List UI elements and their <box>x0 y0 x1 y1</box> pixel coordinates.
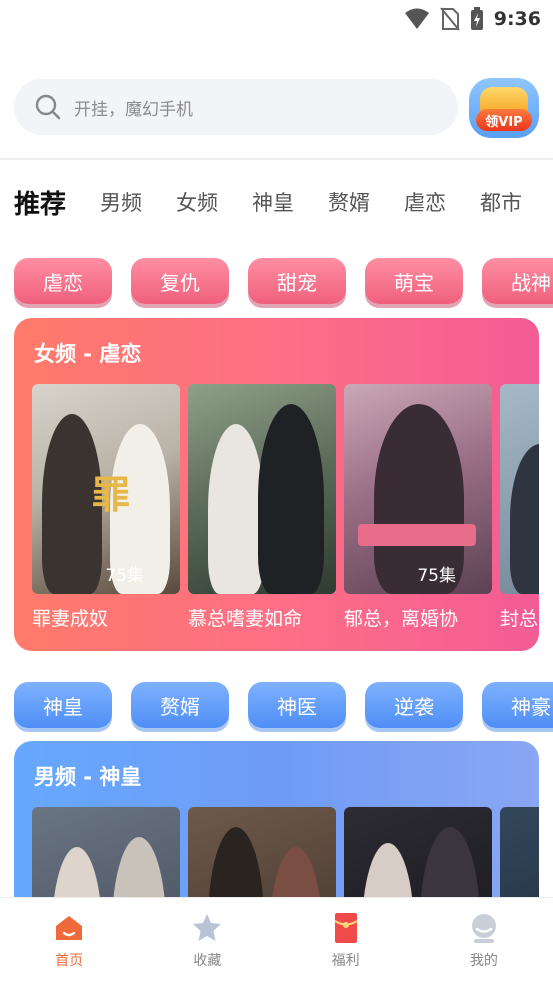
female-section-card: 女频 - 虐恋 罪 75集 罪妻成奴 慕总嗜妻如命 75集 郁总，离婚协 封总 <box>14 318 539 651</box>
tab-male[interactable]: 男频 <box>100 187 142 217</box>
chip-shenhuang[interactable]: 神皇 <box>14 682 112 728</box>
drama-title: 慕总嗜妻如命 <box>188 608 303 630</box>
poster-image: 罪 75集 <box>32 384 180 594</box>
vip-badge-button[interactable]: 领VIP <box>469 78 539 138</box>
search-placeholder: 开挂，魔幻手机 <box>74 99 193 120</box>
drama-card[interactable] <box>188 807 336 901</box>
drama-card[interactable] <box>344 807 492 901</box>
drama-card[interactable] <box>32 807 180 901</box>
poster-image <box>500 807 539 901</box>
no-sim-icon <box>439 7 460 31</box>
chip-shenyi[interactable]: 神医 <box>248 682 346 728</box>
female-chip-row: 虐恋 复仇 甜宠 萌宝 战神 <box>14 258 553 308</box>
section-title: 女频 - 虐恋 <box>34 342 142 366</box>
tab-dushi[interactable]: 都市 <box>480 187 522 217</box>
chip-zhuixu[interactable]: 赘婿 <box>131 682 229 728</box>
poster-image <box>344 807 492 901</box>
chip-mengbao[interactable]: 萌宝 <box>365 258 463 304</box>
search-input[interactable]: 开挂，魔幻手机 <box>14 79 458 135</box>
header-divider <box>0 158 553 160</box>
tab-shenhuang[interactable]: 神皇 <box>252 187 294 217</box>
drama-card[interactable]: 75集 郁总，离婚协 <box>344 384 492 631</box>
male-chip-row: 神皇 赘婿 神医 逆袭 神豪 <box>14 682 553 732</box>
nav-welfare[interactable]: 福利 <box>277 898 415 983</box>
status-icons: 9:36 <box>404 6 541 32</box>
chip-fuchou[interactable]: 复仇 <box>131 258 229 304</box>
poster-image <box>188 807 336 901</box>
star-icon <box>193 914 222 941</box>
drama-card[interactable] <box>500 807 539 901</box>
nav-favorites[interactable]: 收藏 <box>138 898 276 983</box>
male-section-card: 男频 - 神皇 <box>14 741 539 901</box>
episode-count: 75集 <box>417 566 456 586</box>
drama-card[interactable]: 罪 75集 罪妻成奴 <box>32 384 180 631</box>
tab-nuelian[interactable]: 虐恋 <box>404 187 446 217</box>
chip-nuelian[interactable]: 虐恋 <box>14 258 112 304</box>
chip-zhanshen[interactable]: 战神 <box>482 258 553 304</box>
tab-recommend[interactable]: 推荐 <box>14 184 66 221</box>
nav-label: 首页 <box>55 953 84 969</box>
nav-home[interactable]: 首页 <box>0 898 138 983</box>
status-time: 9:36 <box>493 8 541 30</box>
nav-label: 福利 <box>331 953 360 969</box>
nav-profile[interactable]: 我的 <box>415 898 553 983</box>
search-icon <box>35 94 61 120</box>
category-tabs: 推荐 男频 女频 神皇 赘婿 虐恋 都市 <box>14 180 553 224</box>
status-bar: 9:36 <box>0 0 553 40</box>
tab-zhuixu[interactable]: 赘婿 <box>328 187 370 217</box>
poster-image <box>500 384 539 594</box>
episode-count: 75集 <box>105 566 144 586</box>
drama-title: 郁总，离婚协 <box>344 608 459 630</box>
wifi-icon <box>404 8 429 29</box>
battery-charging-icon <box>470 7 483 30</box>
chip-shenhao[interactable]: 神豪 <box>482 682 553 728</box>
drama-title: 封总 <box>500 608 539 630</box>
tab-female[interactable]: 女频 <box>176 187 218 217</box>
drama-card[interactable]: 慕总嗜妻如命 <box>188 384 336 631</box>
home-icon <box>56 916 83 940</box>
chip-tianchong[interactable]: 甜宠 <box>248 258 346 304</box>
profile-icon <box>471 914 496 943</box>
section-title: 男频 - 神皇 <box>34 765 142 789</box>
drama-title: 罪妻成奴 <box>32 608 109 630</box>
gift-box-icon: 领VIP <box>474 83 534 133</box>
nav-label: 我的 <box>469 953 498 969</box>
red-envelope-icon <box>334 913 358 943</box>
bottom-navigation: 首页 收藏 福利 我的 <box>0 897 553 983</box>
poster-row: 罪 75集 罪妻成奴 慕总嗜妻如命 75集 郁总，离婚协 封总 <box>32 384 539 631</box>
vip-label: 领VIP <box>476 109 532 131</box>
poster-image <box>32 807 180 901</box>
poster-image <box>188 384 336 594</box>
poster-row <box>32 807 539 901</box>
poster-image: 75集 <box>344 384 492 594</box>
nav-label: 收藏 <box>193 953 222 969</box>
chip-nixi[interactable]: 逆袭 <box>365 682 463 728</box>
drama-card[interactable]: 封总 <box>500 384 539 631</box>
